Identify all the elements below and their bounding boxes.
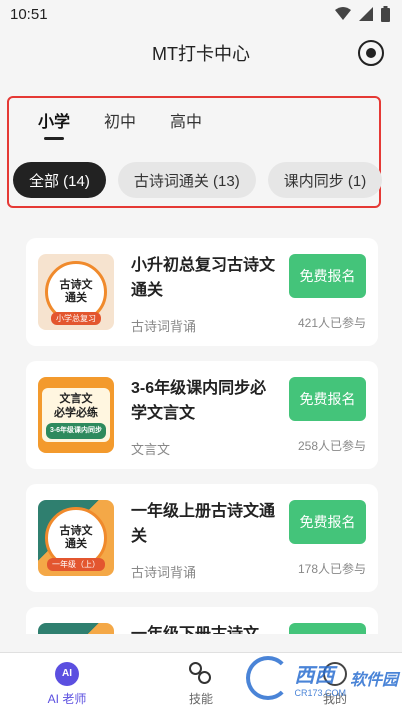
target-icon[interactable] bbox=[358, 40, 384, 66]
tab-junior-high[interactable]: 初中 bbox=[104, 108, 136, 140]
site-watermark: 西西 CR173.COM 软件园 bbox=[246, 656, 398, 700]
category-chips: 全部 (14) 古诗词通关 (13) 课内同步 (1) bbox=[13, 162, 388, 198]
level-tabs: 小学 初中 高中 bbox=[38, 108, 202, 140]
course-list: 古诗文 通关 小学总复习 小升初总复习古诗文通关 古诗词背诵 免费报名 421人… bbox=[26, 238, 378, 634]
app-header: MT打卡中心 bbox=[0, 28, 402, 78]
wifi-icon bbox=[335, 7, 351, 20]
nav-ai-teacher[interactable]: AI AI 老师 bbox=[0, 653, 134, 715]
course-thumbnail: 古诗文 通关 小学总复习 bbox=[38, 254, 114, 330]
course-category: 古诗词背诵 bbox=[131, 319, 197, 334]
free-signup-button[interactable]: 免费报名 bbox=[289, 500, 366, 544]
course-thumbnail: 文言文 必学必练 3-6年级课内同步 bbox=[38, 377, 114, 453]
chip-all[interactable]: 全部 (14) bbox=[13, 162, 106, 198]
free-signup-button[interactable]: 免费报名 bbox=[289, 377, 366, 421]
free-signup-button[interactable] bbox=[289, 623, 366, 634]
status-icons bbox=[335, 6, 390, 22]
course-title: 小升初总复习古诗文通关 bbox=[131, 257, 276, 299]
participant-count: 421人已参与 bbox=[297, 316, 366, 330]
signal-icon bbox=[359, 7, 373, 21]
free-signup-button[interactable]: 免费报名 bbox=[289, 254, 366, 298]
participant-count: 258人已参与 bbox=[297, 439, 366, 453]
course-title: 一年级下册古诗文 bbox=[131, 622, 276, 634]
watermark-logo-icon bbox=[246, 656, 291, 700]
battery-icon bbox=[381, 6, 390, 22]
skills-icon bbox=[189, 661, 213, 686]
course-category: 古诗词背诵 bbox=[131, 565, 197, 580]
status-bar: 10:51 bbox=[0, 0, 402, 28]
chip-poetry[interactable]: 古诗词通关 (13) bbox=[117, 162, 256, 198]
tab-primary[interactable]: 小学 bbox=[38, 108, 70, 140]
participant-count: 178人已参与 bbox=[297, 562, 366, 576]
course-thumbnail bbox=[38, 623, 114, 634]
course-card[interactable]: 文言文 必学必练 3-6年级课内同步 3-6年级课内同步必学文言文 文言文 免费… bbox=[26, 361, 378, 469]
tab-senior-high[interactable]: 高中 bbox=[170, 108, 202, 140]
course-card[interactable]: 一年级下册古诗文 bbox=[26, 607, 378, 634]
course-title: 一年级上册古诗文通关 bbox=[131, 503, 276, 545]
chip-sync[interactable]: 课内同步 (1) bbox=[267, 162, 383, 198]
course-thumbnail: 古诗文 通关 一年级（上） bbox=[38, 500, 114, 576]
page-title: MT打卡中心 bbox=[152, 44, 250, 64]
course-category: 文言文 bbox=[131, 442, 171, 457]
course-card[interactable]: 古诗文 通关 小学总复习 小升初总复习古诗文通关 古诗词背诵 免费报名 421人… bbox=[26, 238, 378, 346]
course-title: 3-6年级课内同步必学文言文 bbox=[131, 380, 267, 422]
status-time: 10:51 bbox=[10, 5, 48, 23]
ai-teacher-icon: AI bbox=[55, 661, 79, 686]
course-card[interactable]: 古诗文 通关 一年级（上） 一年级上册古诗文通关 古诗词背诵 免费报名 178人… bbox=[26, 484, 378, 592]
